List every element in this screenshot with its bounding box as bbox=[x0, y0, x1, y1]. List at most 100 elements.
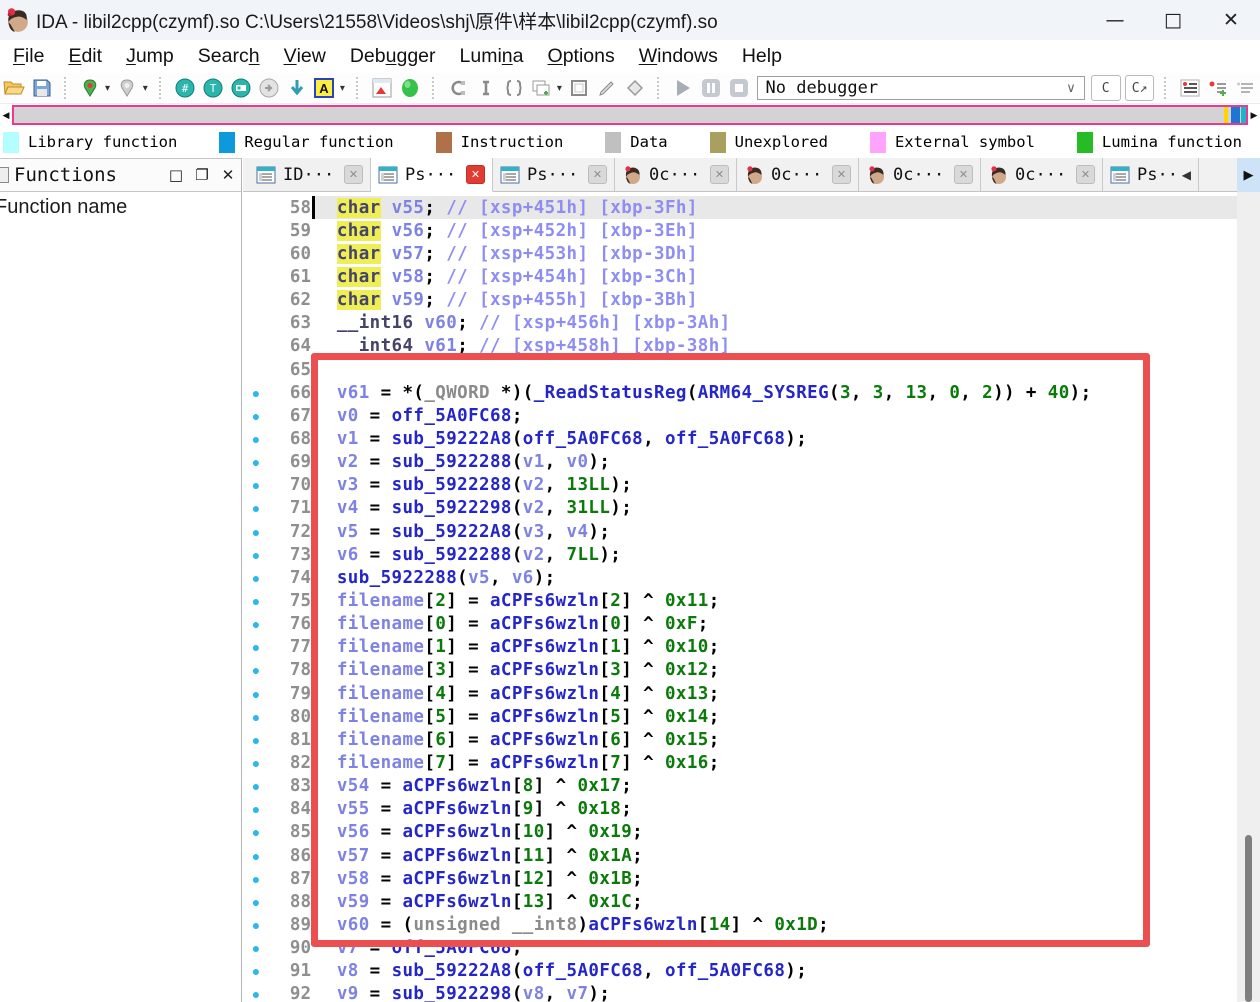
code-line-79[interactable]: ● 79 filename[4] = aCPFs6wzln[4] ^ 0x13; bbox=[243, 682, 1237, 705]
menu-jump[interactable]: Jump bbox=[114, 40, 186, 73]
code-line-71[interactable]: ● 71 v4 = sub_5922298(v2, 31LL); bbox=[243, 497, 1237, 520]
tab-ps-1[interactable]: Ps··· ✕ bbox=[371, 158, 493, 192]
menu-debugger[interactable]: Deb u gger bbox=[338, 40, 448, 73]
code-line-78[interactable]: ● 78 filename[3] = aCPFs6wzln[3] ^ 0x12; bbox=[243, 659, 1237, 682]
ascii-string-button[interactable]: A bbox=[312, 75, 338, 101]
attach-remote-button[interactable]: C↗ bbox=[1124, 75, 1155, 101]
panel-maximize-button[interactable]: □ bbox=[163, 166, 189, 184]
code-line-82[interactable]: ● 82 filename[7] = aCPFs6wzln[7] ^ 0x16; bbox=[243, 751, 1237, 774]
code-line-77[interactable]: ● 77 filename[1] = aCPFs6wzln[1] ^ 0x10; bbox=[243, 636, 1237, 659]
ascii-string-dropdown[interactable]: ▾ bbox=[336, 83, 348, 94]
debugger-play-button[interactable] bbox=[670, 75, 696, 101]
tab-0c-6[interactable]: 0c··· ✕ bbox=[981, 158, 1103, 191]
lumina-sphere-button[interactable] bbox=[397, 75, 423, 101]
jump-xref-button[interactable] bbox=[256, 75, 282, 101]
code-line-67[interactable]: ● 67 v0 = off_5A0FC68; bbox=[243, 404, 1237, 427]
tab-close-button[interactable]: ✕ bbox=[344, 165, 363, 184]
menu-search[interactable]: Searc h bbox=[186, 40, 272, 73]
code-line-66[interactable]: ● 66 v61 = *(_QWORD *)(_ReadStatusReg(ARM… bbox=[243, 381, 1237, 404]
jump-forward-dropdown[interactable]: ▾ bbox=[139, 83, 151, 94]
code-line-89[interactable]: ● 89 v60 = (unsigned __int8) aCPFs6wzln[14… bbox=[243, 913, 1237, 936]
tab-0c-5[interactable]: 0c··· ✕ bbox=[859, 158, 981, 191]
code-line-68[interactable]: ● 68 v1 = sub_59222A8(off_5A0FC68, off_5A… bbox=[243, 427, 1237, 450]
menu-windows[interactable]: Windows bbox=[627, 40, 730, 73]
save-button[interactable] bbox=[29, 75, 55, 101]
menu-lumina[interactable]: Lumi n a bbox=[448, 40, 536, 73]
band-scroll-left[interactable]: ◀ bbox=[0, 110, 12, 120]
tab-close-button[interactable]: ✕ bbox=[588, 165, 607, 184]
jump-forward-button[interactable] bbox=[114, 75, 140, 101]
code-line-92[interactable]: ● 92 v9 = sub_5922298(v8, v7); bbox=[243, 983, 1237, 1002]
tab-close-button[interactable]: ✕ bbox=[466, 165, 485, 184]
menu-view[interactable]: View bbox=[272, 40, 338, 73]
menu-help[interactable]: Help bbox=[730, 40, 794, 73]
minimize-button[interactable]: — bbox=[1086, 0, 1144, 40]
tab-scroll-right-button[interactable]: ▶ bbox=[1237, 158, 1260, 192]
debugger-stop-button[interactable] bbox=[726, 75, 752, 101]
code-line-69[interactable]: ● 69 v2 = sub_5922288(v1, v0); bbox=[243, 451, 1237, 474]
code-line-75[interactable]: ● 75 filename[2] = aCPFs6wzln[2] ^ 0x11; bbox=[243, 589, 1237, 612]
frame-icon[interactable] bbox=[566, 75, 592, 101]
tab-close-button[interactable]: ✕ bbox=[954, 165, 973, 184]
scrollbar-thumb[interactable] bbox=[1245, 835, 1252, 1002]
function-name-column-header[interactable]: Function name bbox=[0, 192, 241, 222]
code-line-91[interactable]: ● 91 v8 = sub_59222A8(off_5A0FC68, off_5A… bbox=[243, 960, 1237, 983]
windows-add-icon[interactable] bbox=[529, 75, 555, 101]
code-line-63[interactable]: 63 __int16 v60; // [xsp+456h] [xbp-3Ah] bbox=[243, 312, 1237, 335]
jump-back-dropdown[interactable]: ▾ bbox=[102, 83, 114, 94]
debugger-pause-button[interactable] bbox=[698, 75, 724, 101]
jump-back-button[interactable] bbox=[77, 75, 103, 101]
close-button[interactable]: ✕ bbox=[1202, 0, 1260, 40]
function-chunks-icon[interactable] bbox=[501, 75, 527, 101]
tab-close-button[interactable]: ✕ bbox=[832, 165, 851, 184]
maximize-button[interactable]: □ bbox=[1144, 0, 1202, 40]
menu-options[interactable]: Options bbox=[536, 40, 627, 73]
tab-ps-2[interactable]: Ps··· ✕ bbox=[493, 158, 615, 191]
code-line-81[interactable]: ● 81 filename[6] = aCPFs6wzln[6] ^ 0x15; bbox=[243, 728, 1237, 751]
tab-id-0[interactable]: ID··· ✕ bbox=[249, 158, 371, 191]
code-line-59[interactable]: 59 char v56; // [xsp+452h] [xbp-3Eh] bbox=[243, 219, 1237, 242]
attach-process-button[interactable]: C bbox=[1090, 75, 1121, 101]
menu-file[interactable]: File bbox=[1, 40, 56, 73]
code-line-85[interactable]: ● 85 v56 = aCPFs6wzln[10] ^ 0x19; bbox=[243, 821, 1237, 844]
tab-0c-3[interactable]: 0c··· ✕ bbox=[615, 158, 737, 191]
code-line-60[interactable]: 60 char v57; // [xsp+453h] [xbp-3Dh] bbox=[243, 242, 1237, 265]
code-line-61[interactable]: 61 char v58; // [xsp+454h] [xbp-3Ch] bbox=[243, 265, 1237, 288]
code-line-58[interactable]: 58 char v55; // [xsp+451h] [xbp-3Fh] bbox=[243, 196, 1237, 220]
navigation-band[interactable] bbox=[12, 105, 1248, 125]
code-line-87[interactable]: ● 87 v58 = aCPFs6wzln[12] ^ 0x1B; bbox=[243, 867, 1237, 890]
panel-float-button[interactable]: ❐ bbox=[189, 166, 215, 184]
tab-0c-4[interactable]: 0c··· ✕ bbox=[737, 158, 859, 191]
code-line-83[interactable]: ● 83 v54 = aCPFs6wzln[8] ^ 0x17; bbox=[243, 775, 1237, 798]
breakpoint-groups-icon[interactable] bbox=[1233, 75, 1259, 101]
band-scroll-right[interactable]: ▶ bbox=[1248, 110, 1260, 120]
code-line-76[interactable]: ● 76 filename[0] = aCPFs6wzln[0] ^ 0xF; bbox=[243, 613, 1237, 636]
tab-ps-7[interactable]: Ps··· ◀ bbox=[1103, 158, 1199, 191]
functions-list[interactable] bbox=[0, 222, 241, 1002]
diamond-icon[interactable] bbox=[622, 75, 648, 101]
edit-icon[interactable] bbox=[594, 75, 620, 101]
code-line-70[interactable]: ● 70 v3 = sub_5922288(v2, 13LL); bbox=[243, 474, 1237, 497]
nav-window-button[interactable] bbox=[369, 75, 395, 101]
debugger-select[interactable]: No debugger ∨ bbox=[756, 76, 1085, 100]
jump-name-button[interactable]: T bbox=[200, 75, 226, 101]
create-function-icon[interactable] bbox=[445, 75, 471, 101]
code-line-72[interactable]: ● 72 v5 = sub_59222A8(v3, v4); bbox=[243, 520, 1237, 543]
code-line-90[interactable]: ● 90 v7 = off_5A0FC68; bbox=[243, 937, 1237, 960]
pseudocode-view[interactable]: 58 char v55; // [xsp+451h] [xbp-3Fh] 59 c… bbox=[243, 192, 1237, 1002]
add-breakpoint-icon[interactable] bbox=[1205, 75, 1231, 101]
code-line-88[interactable]: ● 88 v59 = aCPFs6wzln[13] ^ 0x1C; bbox=[243, 890, 1237, 913]
code-line-65[interactable]: 65 bbox=[243, 358, 1237, 381]
breakpoint-list-icon[interactable] bbox=[1177, 75, 1203, 101]
open-file-button[interactable] bbox=[1, 75, 27, 101]
code-line-80[interactable]: ● 80 filename[5] = aCPFs6wzln[5] ^ 0x14; bbox=[243, 705, 1237, 728]
jump-address-button[interactable]: # bbox=[172, 75, 198, 101]
function-bounds-icon[interactable] bbox=[473, 75, 499, 101]
jump-segment-button[interactable] bbox=[228, 75, 254, 101]
code-line-62[interactable]: 62 char v59; // [xsp+455h] [xbp-3Bh] bbox=[243, 289, 1237, 312]
tab-close-button[interactable]: ✕ bbox=[1076, 165, 1095, 184]
windows-add-dropdown[interactable]: ▾ bbox=[553, 83, 565, 94]
vertical-scrollbar[interactable] bbox=[1237, 192, 1260, 1002]
tab-close-button[interactable]: ✕ bbox=[710, 165, 729, 184]
code-line-64[interactable]: 64 __int64 v61; // [xsp+458h] [xbp-38h] bbox=[243, 335, 1237, 358]
